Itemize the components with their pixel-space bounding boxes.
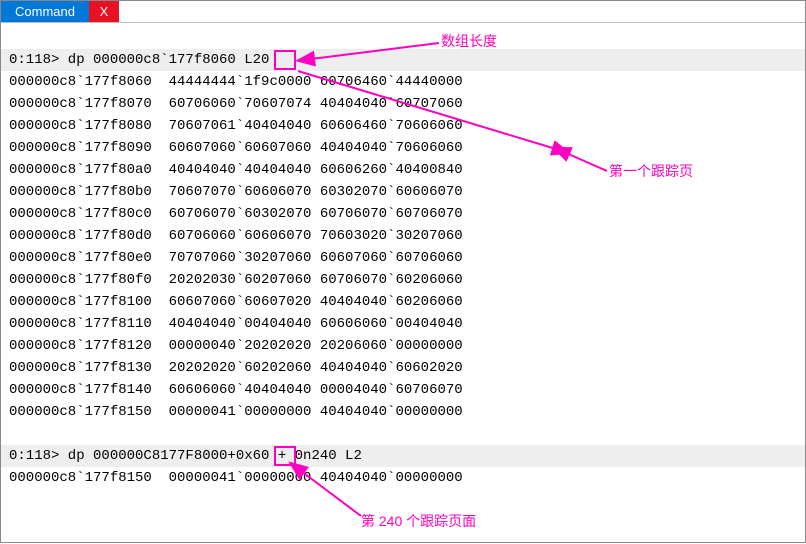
dump-row: 000000c8`177f8120 00000040`20202020 2020… [9, 335, 797, 357]
dump-row: 000000c8`177f80e0 70707060`30207060 6060… [9, 247, 797, 269]
annotation-first-track-page: 第一个跟踪页 [609, 161, 693, 181]
dump-row: 000000c8`177f80d0 60706060`60606070 7060… [9, 225, 797, 247]
annotation-array-length: 数组长度 [441, 31, 497, 51]
title-bar: Command X [1, 1, 805, 23]
dump-row: 000000c8`177f8100 60607060`60607020 4040… [9, 291, 797, 313]
dump-row: 000000c8`177f8130 20202020`60202060 4040… [9, 357, 797, 379]
command-output[interactable]: 0:118> dp 000000c8`177f8060 L20 000000c8… [1, 23, 805, 515]
dump-row: 000000c8`177f8150 00000041`00000000 4040… [9, 467, 797, 489]
window-tab[interactable]: Command [1, 1, 89, 22]
dump-row: 000000c8`177f8090 60607060`60607060 4040… [9, 137, 797, 159]
dump-row: 000000c8`177f8110 40404040`00404040 6060… [9, 313, 797, 335]
close-button[interactable]: X [89, 1, 119, 22]
dump-row: 000000c8`177f8060 44444444`1f9c0000 6070… [9, 71, 797, 93]
dump-row: 000000c8`177f8080 70607061`40404040 6060… [9, 115, 797, 137]
command-line-1: 0:118> dp 000000c8`177f8060 L20 [1, 49, 805, 71]
dump-row: 000000c8`177f80c0 60706070`60302070 6070… [9, 203, 797, 225]
memory-dump-2: 000000c8`177f8150 00000041`00000000 4040… [9, 467, 797, 489]
dump-row: 000000c8`177f80f0 20202030`60207060 6070… [9, 269, 797, 291]
memory-dump-1: 000000c8`177f8060 44444444`1f9c0000 6070… [9, 71, 797, 423]
dump-row: 000000c8`177f8150 00000041`00000000 4040… [9, 401, 797, 423]
dump-row: 000000c8`177f80b0 70607070`60606070 6030… [9, 181, 797, 203]
close-icon: X [100, 4, 109, 19]
dump-row: 000000c8`177f8140 60606060`40404040 0000… [9, 379, 797, 401]
annotation-page-240: 第 240 个跟踪页面 [361, 511, 476, 531]
window-title: Command [15, 4, 75, 19]
command-line-2: 0:118> dp 000000C8177F8000+0x60 + 0n240 … [1, 445, 805, 467]
dump-row: 000000c8`177f8070 60706060`70607074 4040… [9, 93, 797, 115]
